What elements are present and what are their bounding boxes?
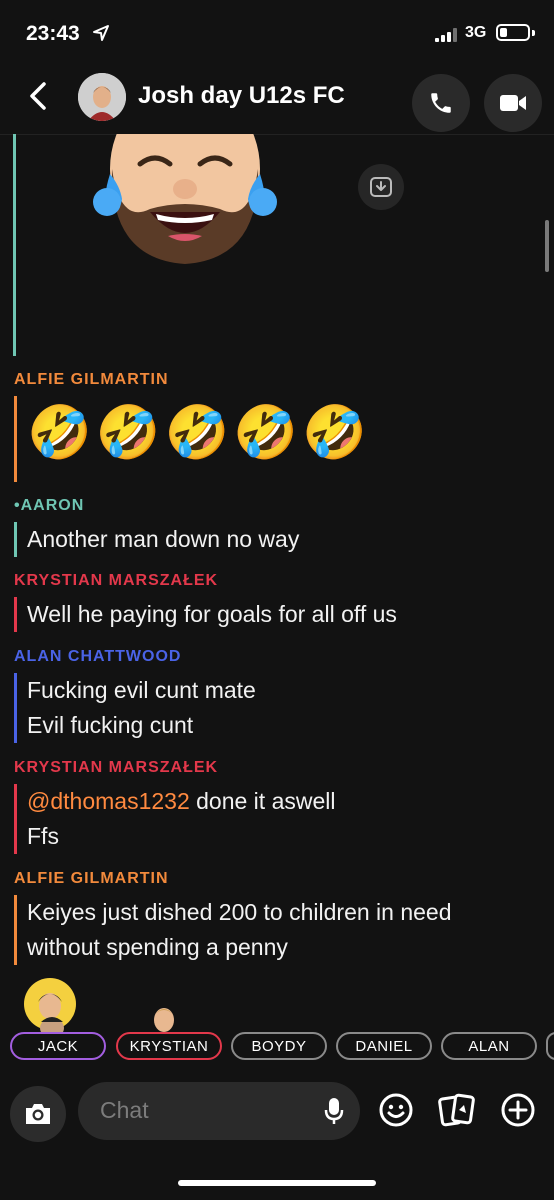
mention-chip[interactable]: BOYDY: [231, 1032, 327, 1060]
message-sender: ALFIE GILMARTIN: [14, 371, 169, 388]
chat-title[interactable]: Josh day U12s FC: [138, 82, 345, 110]
video-camera-icon: [500, 95, 526, 111]
phone-icon: [431, 93, 451, 113]
chevron-left-icon[interactable]: [24, 80, 52, 112]
save-message-button[interactable]: [358, 164, 404, 210]
message-bubble[interactable]: 🤣 🤣 🤣 🤣 🤣: [14, 396, 367, 482]
message-sender: ALAN CHATTWOOD: [14, 648, 182, 665]
rofl-emoji: 🤣: [95, 404, 161, 462]
network-type: 3G: [465, 24, 487, 41]
message-sender: ALFIE GILMARTIN: [14, 870, 169, 887]
chat-input-placeholder: Chat: [100, 1097, 149, 1123]
mention-chips: JACK KRYSTIAN BOYDY DANIEL ALAN: [0, 1030, 554, 1064]
home-indicator[interactable]: [178, 1180, 376, 1186]
camera-icon: [26, 1104, 50, 1124]
mention-chip-overflow[interactable]: [546, 1032, 554, 1060]
message-sender: •AARON: [14, 497, 85, 514]
message-text: Fucking evil cunt mate: [27, 677, 256, 703]
message-bubble[interactable]: Another man down no way: [14, 522, 299, 557]
message-text: Ffs: [27, 823, 59, 849]
mention-chip[interactable]: DANIEL: [336, 1032, 432, 1060]
memoji-sticker[interactable]: [0, 134, 554, 364]
microphone-icon[interactable]: [324, 1096, 344, 1126]
message-text: Evil fucking cunt: [27, 712, 194, 738]
bitmoji-avatar: [24, 978, 76, 1032]
emoji-message: 🤣 🤣 🤣 🤣 🤣: [27, 396, 367, 470]
video-call-button[interactable]: [484, 74, 542, 132]
call-button[interactable]: [412, 74, 470, 132]
rofl-emoji: 🤣: [302, 404, 367, 462]
status-time: 23:43: [26, 22, 80, 45]
message-text: without spending a penny: [27, 934, 288, 960]
presence-bitmojis: [0, 970, 554, 1032]
stickers-icon[interactable]: [438, 1092, 476, 1128]
battery-icon: [496, 24, 530, 41]
signal-strength-icon: [435, 28, 457, 42]
mention-chip[interactable]: ALAN: [441, 1032, 537, 1060]
message-bubble[interactable]: @dthomas1232 done it aswell Ffs: [14, 784, 335, 854]
message-bubble[interactable]: Well he paying for goals for all off us: [14, 597, 397, 632]
message-text: Another man down no way: [27, 526, 300, 552]
rofl-emoji: 🤣: [27, 404, 92, 462]
message-bubble[interactable]: Fucking evil cunt mate Evil fucking cunt: [14, 673, 256, 743]
message-bubble[interactable]: Keiyes just dished 200 to children in ne…: [14, 895, 452, 965]
group-avatar[interactable]: [78, 73, 126, 121]
mention-chip[interactable]: KRYSTIAN: [116, 1032, 222, 1060]
message-text: Well he paying for goals for all off us: [27, 601, 397, 627]
camera-button[interactable]: [10, 1086, 66, 1142]
chat-header: Josh day U12s FC: [0, 66, 554, 135]
chat-input[interactable]: Chat: [78, 1082, 360, 1140]
location-arrow-icon: [93, 25, 109, 41]
message-sender: KRYSTIAN MARSZAŁEK: [14, 759, 219, 776]
bitmoji-avatar: [154, 1008, 174, 1032]
scrollbar[interactable]: [545, 220, 549, 272]
message-text: done it aswell: [189, 788, 336, 814]
mention-chip[interactable]: JACK: [10, 1032, 106, 1060]
user-mention[interactable]: @dthomas1232: [27, 788, 190, 814]
message-text: Keiyes just dished 200 to children in ne…: [27, 899, 452, 925]
save-message-icon: [370, 177, 392, 197]
message-sender: KRYSTIAN MARSZAŁEK: [14, 572, 219, 589]
rofl-emoji: 🤣: [164, 404, 230, 462]
smiley-icon[interactable]: [378, 1092, 414, 1128]
rofl-emoji: 🤣: [233, 404, 298, 462]
composer: Chat: [0, 1076, 554, 1160]
plus-icon[interactable]: [500, 1092, 536, 1128]
status-bar: 23:43 3G: [0, 0, 554, 66]
